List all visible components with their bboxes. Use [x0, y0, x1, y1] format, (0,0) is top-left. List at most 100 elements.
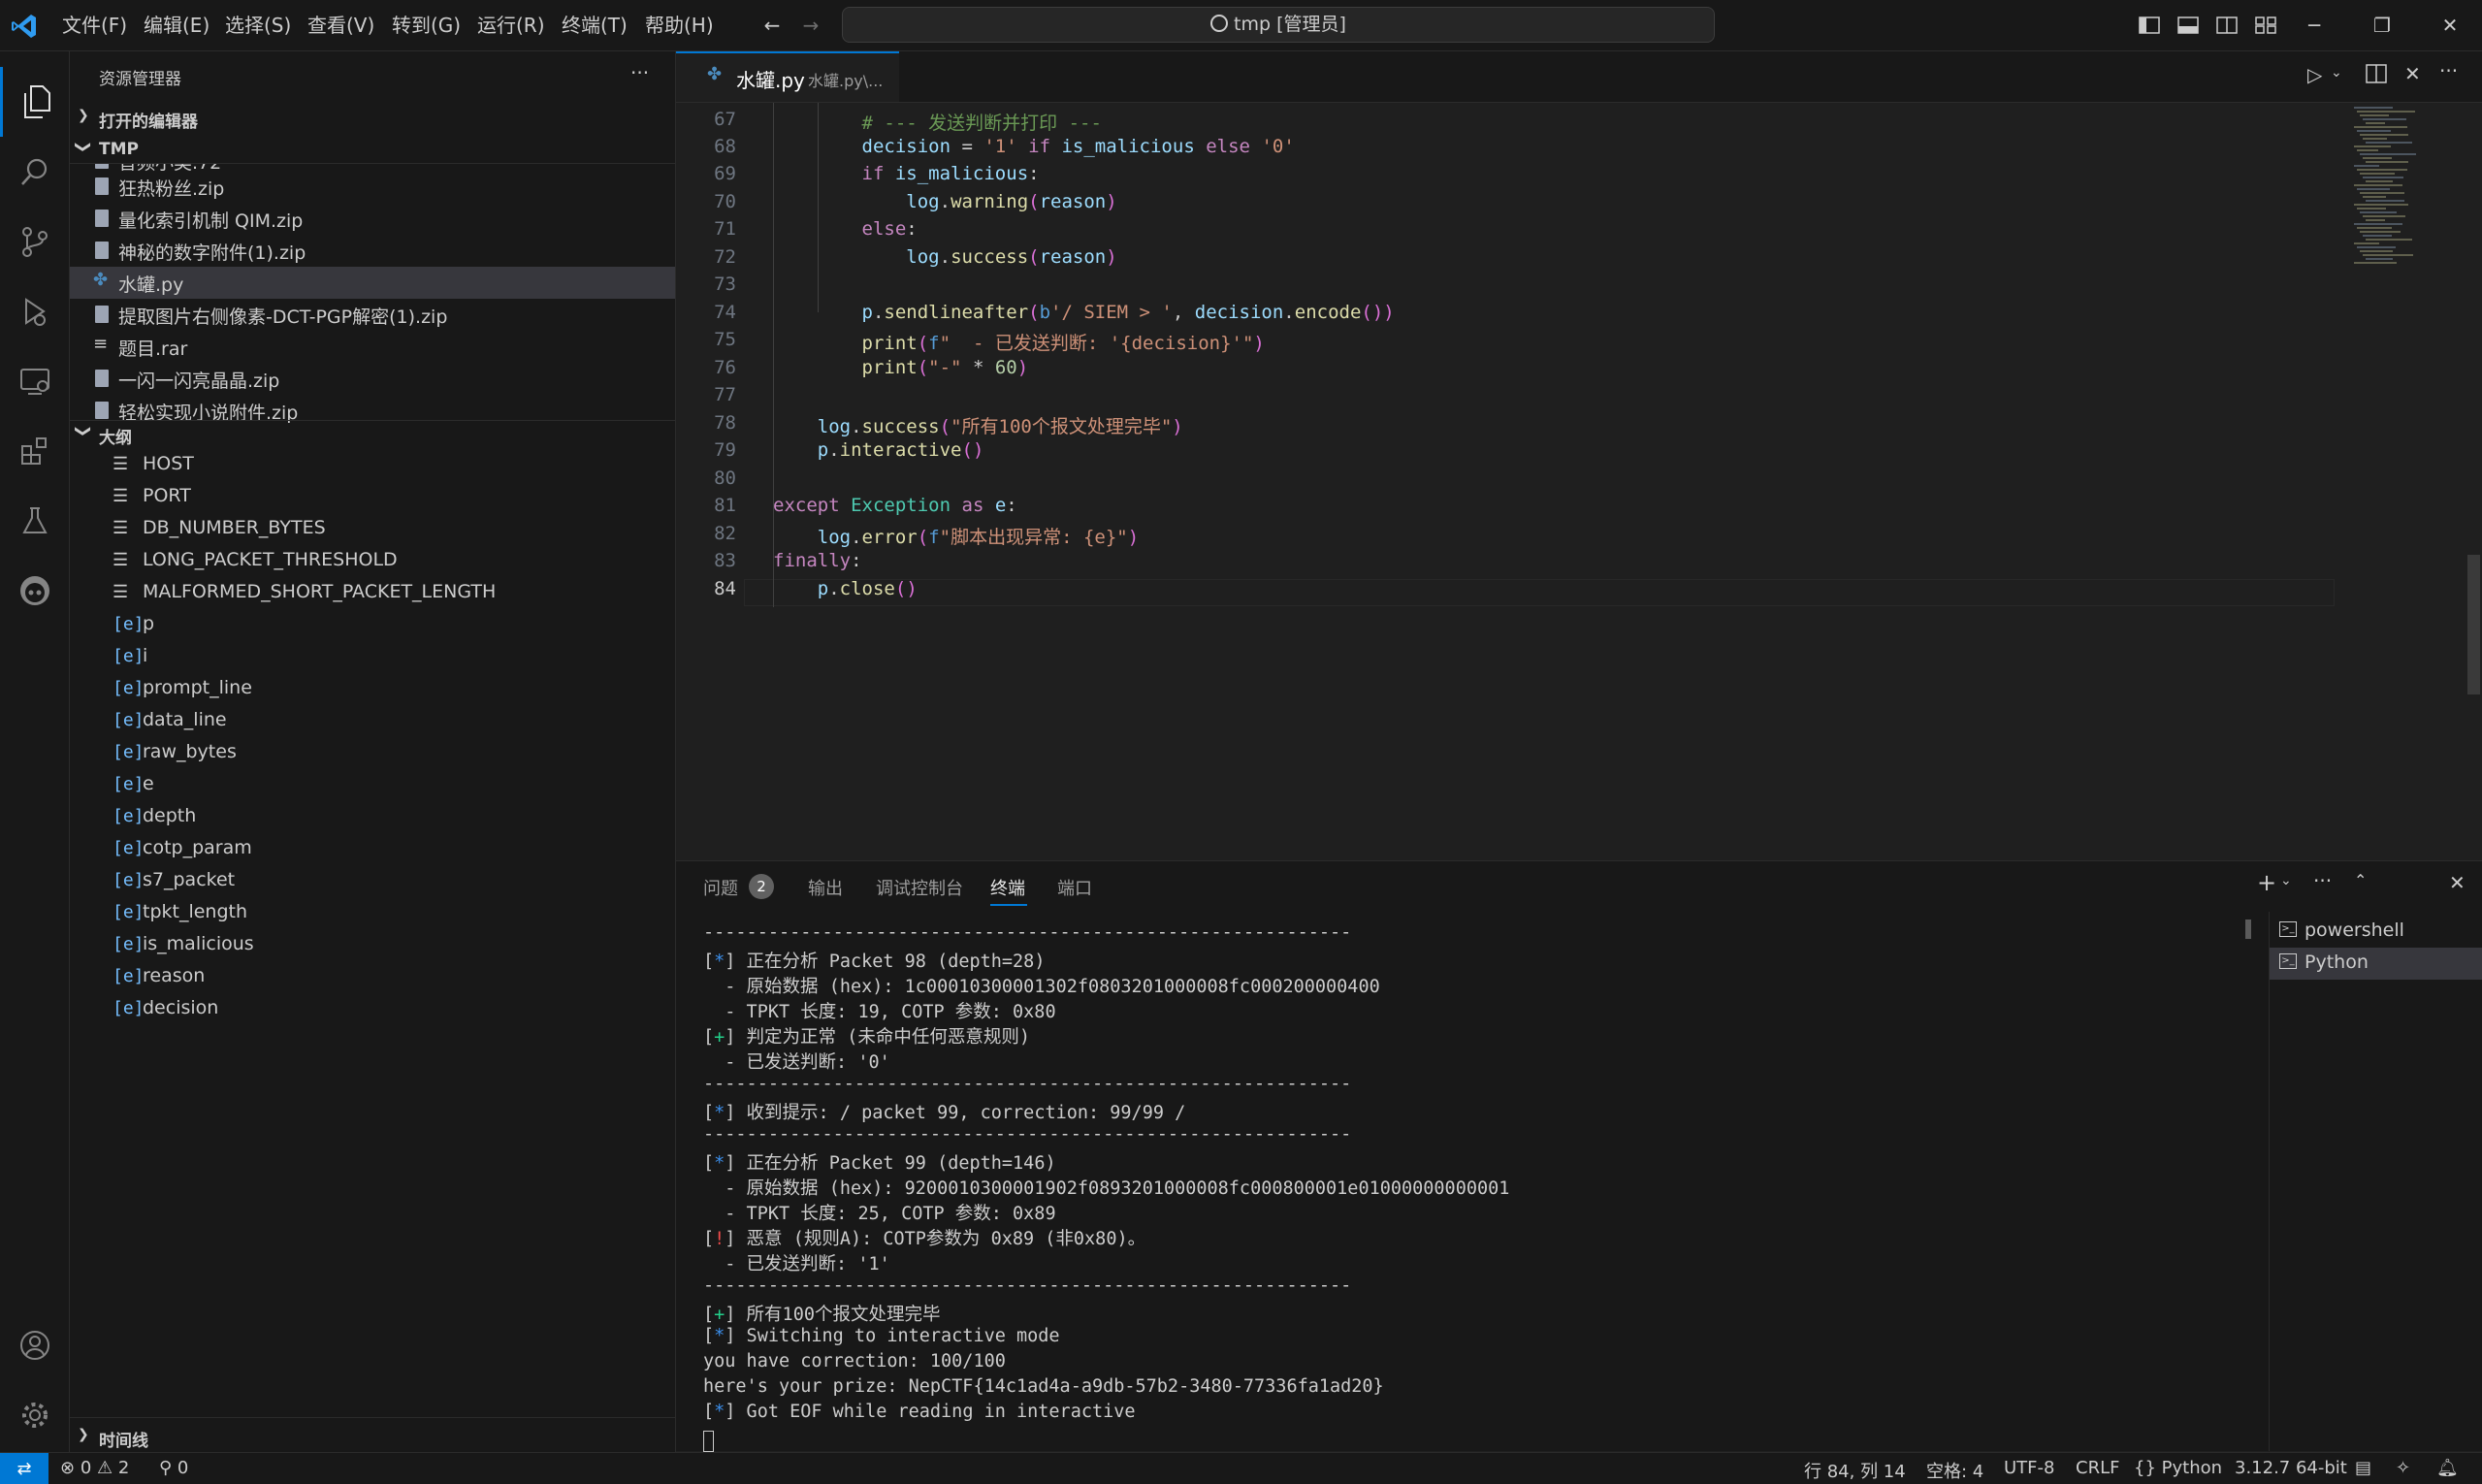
testing-icon[interactable]	[0, 486, 69, 556]
file-item[interactable]: 量化索引机制 QIM.zip	[70, 203, 675, 235]
outline-item[interactable]: [e] e	[70, 769, 675, 801]
minimap-line	[2357, 246, 2396, 248]
tab-terminal[interactable]: 终端	[990, 875, 1025, 900]
outline-item[interactable]: [e] s7_packet	[70, 865, 675, 897]
file-item[interactable]: 神秘的数字附件(1).zip	[70, 235, 675, 267]
outline-item[interactable]: ☰ MALFORMED_SHORT_PACKET_LENGTH	[70, 577, 675, 609]
python-interpreter[interactable]: 3.12.7 64-bit	[2235, 1458, 2347, 1478]
menu-go[interactable]: 转到(G)	[392, 12, 461, 39]
close-editor-icon[interactable]: ✕	[2404, 62, 2421, 85]
toggle-secondary-sidebar-icon[interactable]	[2211, 10, 2242, 41]
copilot-status-icon[interactable]: ✧	[2396, 1458, 2410, 1478]
ports-status[interactable]: ⚲ 0	[159, 1458, 188, 1478]
outline-item[interactable]: [e] i	[70, 641, 675, 673]
minimap[interactable]	[2352, 103, 2459, 277]
outline-item[interactable]: ☰ HOST	[70, 449, 675, 481]
open-editors-section[interactable]: ❯ 打开的编辑器	[78, 106, 660, 132]
close-window-icon[interactable]: ✕	[2434, 10, 2466, 41]
more-actions-icon[interactable]: ···	[2439, 59, 2458, 82]
file-item[interactable]: 提取图片右侧像素-DCT-PGP解密(1).zip	[70, 299, 675, 331]
tab-problems[interactable]: 问题	[703, 875, 738, 900]
terminal-entry-python[interactable]: >_ Python	[2270, 948, 2482, 980]
problems-status[interactable]: ⊗ 0 ⚠ 2	[60, 1458, 129, 1478]
customize-layout-icon[interactable]	[2250, 10, 2281, 41]
layout-icon[interactable]: ▤	[2355, 1458, 2371, 1478]
menu-edit[interactable]: 编辑(E)	[144, 12, 210, 39]
outline-item[interactable]: [e] data_line	[70, 705, 675, 737]
indentation[interactable]: 空格: 4	[1926, 1458, 1983, 1483]
run-debug-icon[interactable]	[0, 276, 69, 346]
command-center-search[interactable]: tmp [管理员]	[842, 7, 1715, 43]
run-python-file-icon[interactable]: ▷	[2307, 63, 2322, 86]
minimize-icon[interactable]: ─	[2299, 10, 2330, 41]
accounts-icon[interactable]	[0, 1310, 69, 1380]
minimap-line	[2366, 219, 2385, 221]
outline-item[interactable]: ☰ LONG_PACKET_THRESHOLD	[70, 545, 675, 577]
remote-indicator[interactable]: ⇄	[0, 1453, 48, 1484]
new-terminal-icon[interactable]: +	[2257, 869, 2276, 896]
outline-item[interactable]: ☰ DB_NUMBER_BYTES	[70, 513, 675, 545]
tab-debug-console[interactable]: 调试控制台	[876, 875, 963, 900]
search-icon	[1210, 15, 1229, 32]
outline-item[interactable]: [e] raw_bytes	[70, 737, 675, 769]
remote-explorer-icon[interactable]	[0, 346, 69, 416]
file-item[interactable]: 狂热粉丝.zip	[70, 171, 675, 203]
terminal-scrollbar[interactable]	[2245, 919, 2251, 939]
chevron-down-icon[interactable]: ⌄	[2331, 65, 2342, 81]
chevron-down-icon[interactable]: ⌄	[2280, 873, 2292, 888]
toggle-primary-sidebar-icon[interactable]	[2134, 10, 2165, 41]
back-arrow-icon[interactable]: ←	[757, 10, 788, 41]
outline-item[interactable]: [e] p	[70, 609, 675, 641]
outline-section[interactable]: ❯ 大纲	[75, 422, 660, 448]
more-actions-icon[interactable]: ···	[630, 61, 649, 84]
line-number: 68	[714, 136, 736, 157]
zip-file-icon	[95, 306, 109, 323]
notifications-bell-icon[interactable]: 🔔︎	[2436, 1458, 2459, 1478]
outline-item[interactable]: [e] decision	[70, 993, 675, 1025]
menu-run[interactable]: 运行(R)	[477, 12, 545, 39]
timeline-section[interactable]: ❯ 时间线	[78, 1425, 660, 1451]
terminal-entry-powershell[interactable]: >_ powershell	[2270, 916, 2482, 948]
outline-item[interactable]: [e] prompt_line	[70, 673, 675, 705]
menu-file[interactable]: 文件(F)	[62, 12, 127, 39]
menu-selection[interactable]: 选择(S)	[225, 12, 291, 39]
tab-output[interactable]: 输出	[808, 875, 843, 900]
menu-view[interactable]: 查看(V)	[307, 12, 374, 39]
menu-help[interactable]: 帮助(H)	[645, 12, 714, 39]
outline-item[interactable]: [e] depth	[70, 801, 675, 833]
restore-icon[interactable]: ❐	[2367, 10, 2398, 41]
code-editor[interactable]: 67 68 69 70 71 72 73 74 75 76 77 78 79 8…	[676, 103, 2482, 859]
scrollbar-thumb[interactable]	[2467, 555, 2480, 694]
settings-gear-icon[interactable]	[0, 1380, 69, 1450]
terminal-line: [*] Got EOF while reading in interactive	[703, 1402, 1136, 1422]
outline-item[interactable]: [e] cotp_param	[70, 833, 675, 865]
cursor-position[interactable]: 行 84, 列 14	[1804, 1458, 1906, 1483]
file-item-selected[interactable]: ✤ 水罐.py	[70, 267, 675, 299]
folder-section[interactable]: ❯ TMP	[75, 138, 660, 163]
outline-item[interactable]: [e] tpkt_length	[70, 897, 675, 929]
explorer-icon[interactable]	[0, 67, 69, 137]
close-panel-icon[interactable]: ✕	[2449, 871, 2466, 894]
file-item[interactable]: 一闪一闪亮晶晶.zip	[70, 363, 675, 395]
tab-ports[interactable]: 端口	[1057, 875, 1092, 900]
toggle-panel-icon[interactable]	[2173, 10, 2204, 41]
outline-item[interactable]: [e] reason	[70, 961, 675, 993]
outline-item[interactable]: ☰ PORT	[70, 481, 675, 513]
search-view-icon[interactable]	[0, 137, 69, 207]
split-editor-icon[interactable]	[2366, 63, 2387, 88]
menu-terminal[interactable]: 终端(T)	[562, 12, 628, 39]
more-actions-icon[interactable]: ···	[2313, 869, 2332, 892]
editor-scrollbar[interactable]	[2466, 103, 2482, 859]
file-item[interactable]: ≡ 题目.rar	[70, 331, 675, 363]
line-ending[interactable]: CRLF	[2076, 1458, 2119, 1478]
outline-item[interactable]: [e] is_malicious	[70, 929, 675, 961]
language-mode[interactable]: {} Python	[2134, 1458, 2222, 1478]
terminal-output[interactable]: ----------------------------------------…	[703, 922, 2226, 1452]
copilot-icon[interactable]	[0, 556, 69, 626]
source-control-icon[interactable]	[0, 207, 69, 276]
encoding[interactable]: UTF-8	[2004, 1458, 2054, 1478]
tab-water-tank-py[interactable]: ✤ 水罐.py 水罐.py\...	[676, 51, 899, 102]
maximize-panel-icon[interactable]: ⌃	[2354, 871, 2367, 889]
forward-arrow-icon[interactable]: →	[795, 10, 826, 41]
extensions-icon[interactable]	[0, 416, 69, 486]
